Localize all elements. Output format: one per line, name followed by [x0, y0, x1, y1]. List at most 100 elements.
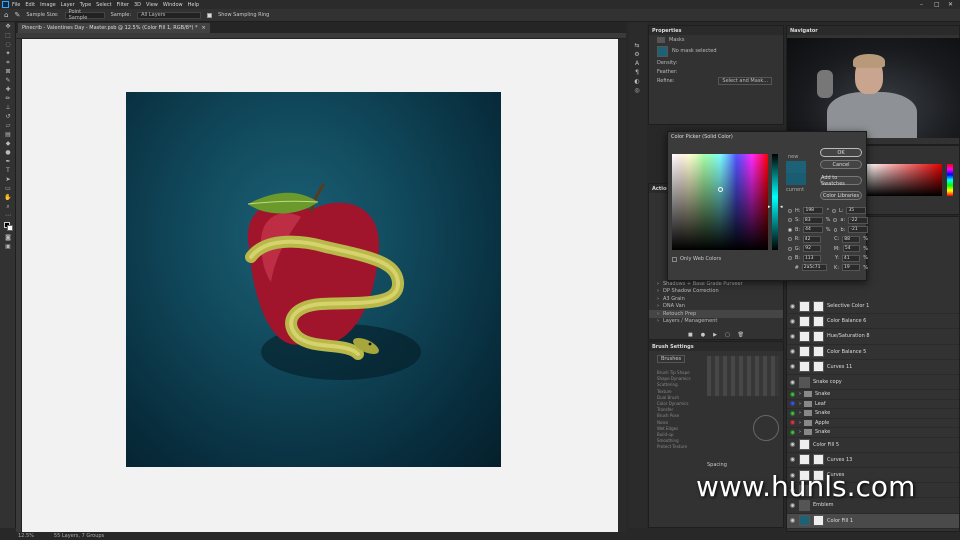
eraser-tool-icon[interactable]: ▱ — [2, 122, 14, 130]
layer-row[interactable]: ◉ Curves 13 — [787, 453, 959, 468]
menu-type[interactable]: Type — [80, 2, 91, 8]
radio-button-selected[interactable] — [788, 227, 792, 232]
feather-row[interactable]: Feather: — [649, 67, 783, 76]
visibility-eye-icon[interactable]: ◉ — [789, 441, 796, 448]
action-item[interactable]: › DNA Van — [649, 303, 783, 311]
layer-row-selected[interactable]: ◉ Color Fill 1 — [787, 513, 959, 529]
hex-field[interactable]: 2a5c71 — [801, 264, 828, 272]
healing-brush-icon[interactable]: ✚ — [2, 86, 14, 94]
radio-button[interactable] — [833, 227, 838, 232]
shape-tool-icon[interactable]: ▭ — [2, 185, 14, 193]
group-expand-icon[interactable]: › — [799, 391, 801, 397]
radio-button[interactable] — [788, 208, 792, 213]
group-expand-icon[interactable]: › — [799, 429, 801, 435]
menu-window[interactable]: Window — [163, 2, 183, 8]
layer-row[interactable]: ◉ › Leaf — [787, 400, 959, 410]
action-item[interactable]: › Retouch Prep — [649, 310, 783, 318]
layer-row[interactable]: ◉ Hue/Saturation 8 — [787, 329, 959, 345]
artwork-image[interactable] — [126, 92, 501, 467]
layer-row[interactable]: ◉ › Snake — [787, 409, 959, 419]
navigator-title[interactable]: Navigator — [787, 26, 959, 35]
hue-slider-left-arrow[interactable]: ▸ — [768, 204, 771, 210]
clone-stamp-icon[interactable]: ⊥ — [2, 104, 14, 112]
stop-icon[interactable]: ■ — [688, 332, 693, 338]
ok-button[interactable]: OK — [820, 148, 862, 157]
color-libraries-button[interactable]: Color Libraries — [820, 191, 862, 200]
swatches-panel-icon[interactable]: ⚙ — [631, 51, 643, 59]
menu-view[interactable]: View — [146, 2, 158, 8]
value-field[interactable]: 44 — [803, 226, 823, 234]
layer-row[interactable]: ◉ › Snake — [787, 390, 959, 400]
visibility-eye-icon[interactable]: ◉ — [789, 391, 796, 398]
record-icon[interactable]: ● — [701, 332, 705, 338]
delete-action-icon[interactable]: 🗑 — [738, 332, 744, 338]
menu-file[interactable]: File — [12, 2, 20, 8]
pen-tool-icon[interactable]: ✒ — [2, 158, 14, 166]
eyedropper-icon[interactable]: ✎ — [2, 77, 14, 85]
radio-button[interactable] — [788, 218, 792, 223]
visibility-eye-icon[interactable]: ◉ — [789, 333, 796, 340]
zoom-tool-icon[interactable]: ⌕ — [2, 203, 14, 211]
visibility-eye-icon[interactable]: ◉ — [789, 318, 796, 325]
brush-tip-grid[interactable] — [707, 356, 779, 396]
visibility-eye-icon[interactable]: ◉ — [789, 410, 796, 417]
radio-button[interactable] — [788, 256, 792, 261]
paragraph-panel-icon[interactable]: ¶ — [631, 69, 643, 77]
only-web-colors-checkbox[interactable] — [672, 256, 677, 262]
minimize-button[interactable]: – — [920, 1, 923, 8]
eyedropper-tool-icon[interactable]: ✎ — [14, 11, 20, 19]
layer-row[interactable]: ◉ Snake copy — [787, 375, 959, 391]
layer-row[interactable]: ◉ Color Fill 5 — [787, 438, 959, 453]
magic-wand-tool-icon[interactable]: ✦ — [2, 50, 14, 58]
zoom-level[interactable]: 12.5% — [18, 533, 34, 539]
layer-row[interactable]: ◉ › Snake — [787, 428, 959, 438]
layer-row[interactable]: ◉ Curves 11 — [787, 360, 959, 375]
brush-tool-icon[interactable]: ✏ — [2, 95, 14, 103]
layer-row[interactable]: ◉ Color Balance 5 — [787, 345, 959, 360]
menu-filter[interactable]: Filter — [117, 2, 129, 8]
menu-edit[interactable]: Edit — [25, 2, 35, 8]
radio-button[interactable] — [788, 237, 792, 242]
lasso-tool-icon[interactable]: ◌ — [2, 41, 14, 49]
background-color-icon[interactable] — [7, 225, 13, 231]
visibility-eye-icon[interactable]: ◉ — [789, 303, 796, 310]
visibility-eye-icon[interactable]: ◉ — [789, 517, 796, 524]
screen-mode-icon[interactable]: ▣ — [2, 243, 14, 251]
canvas-scrollbar[interactable] — [618, 39, 626, 533]
value-field[interactable]: -22 — [848, 216, 868, 224]
maximize-button[interactable]: □ — [934, 1, 940, 8]
value-field[interactable]: 35 — [846, 207, 867, 215]
document-tab[interactable]: Pinecrib - Valentines Day - Master.psb @… — [18, 23, 210, 33]
value-field[interactable]: 41 — [841, 254, 861, 262]
hue-slider[interactable] — [772, 154, 778, 250]
properties-title[interactable]: Properties — [649, 26, 783, 35]
menu-layer[interactable]: Layer — [61, 2, 75, 8]
history-brush-icon[interactable]: ↺ — [2, 113, 14, 121]
close-window-button[interactable]: ✕ — [948, 1, 953, 8]
marquee-tool-icon[interactable]: ⬚ — [2, 32, 14, 40]
sample-select[interactable]: All Layers — [137, 11, 202, 19]
value-field[interactable]: 113 — [802, 254, 822, 262]
menu-help[interactable]: Help — [188, 2, 199, 8]
play-icon[interactable]: ▶ — [713, 332, 717, 338]
action-item[interactable]: › Layers / Management — [649, 318, 783, 326]
visibility-eye-icon[interactable]: ◉ — [789, 502, 796, 509]
value-field[interactable]: 42 — [802, 235, 821, 243]
cancel-button[interactable]: Cancel — [820, 160, 862, 169]
value-field[interactable]: 19 — [842, 264, 861, 272]
brush-option[interactable]: Protect Texture — [657, 444, 691, 450]
path-selection-icon[interactable]: ➤ — [2, 176, 14, 184]
more-tools-icon[interactable]: ⋯ — [2, 212, 14, 220]
value-field[interactable]: -21 — [848, 226, 868, 234]
radio-button[interactable] — [831, 208, 836, 213]
density-row[interactable]: Density: — [649, 58, 783, 67]
visibility-eye-icon[interactable]: ◉ — [789, 379, 796, 386]
group-expand-icon[interactable]: › — [799, 420, 801, 426]
value-field[interactable]: 54 — [842, 245, 861, 253]
history-panel-icon[interactable]: ⇆ — [631, 42, 643, 50]
hand-tool-icon[interactable]: ✋ — [2, 194, 14, 202]
type-tool-icon[interactable]: T — [2, 167, 14, 175]
dodge-tool-icon[interactable]: ● — [2, 149, 14, 157]
value-field[interactable]: 88 — [842, 235, 861, 243]
group-expand-icon[interactable]: › — [799, 401, 801, 407]
